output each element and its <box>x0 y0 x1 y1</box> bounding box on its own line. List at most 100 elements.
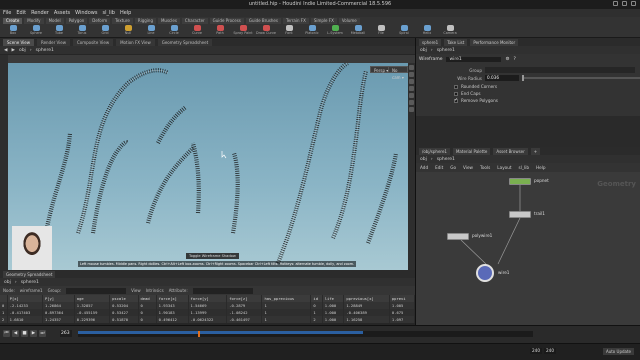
node-wire1[interactable]: wire1 <box>476 264 509 282</box>
display-option-icon[interactable] <box>409 65 414 70</box>
shelf-tab-polygon[interactable]: Polygon <box>65 18 88 24</box>
shelf-tab-texture[interactable]: Texture <box>112 18 133 24</box>
tab-asset-browser[interactable]: Asset Browser <box>493 147 528 155</box>
column-header[interactable]: pscale <box>109 295 139 302</box>
check-row[interactable]: End Caps <box>454 91 481 96</box>
tab-motion-fx-view[interactable]: Motion FX View <box>116 38 155 46</box>
tool-line[interactable]: Line <box>141 25 161 37</box>
shelf-tab-guide-brushes[interactable]: Guide Brushes <box>245 18 281 24</box>
range-start[interactable]: 240 <box>530 348 542 354</box>
jump-start-icon[interactable]: ⏮ <box>3 330 10 337</box>
path-obj[interactable]: obj <box>19 48 26 53</box>
group-field[interactable] <box>485 67 635 73</box>
end-caps-checkbox[interactable] <box>454 91 458 96</box>
net-menu-layout[interactable]: Layout <box>497 165 511 170</box>
tool-torus[interactable]: Torus <box>72 25 92 37</box>
tab-sphere1[interactable]: sphere1 <box>419 38 442 46</box>
shelf-tab-model[interactable]: Model <box>45 18 64 24</box>
wire-radius-slider[interactable] <box>522 75 640 81</box>
table-row[interactable]: 0 -2.14233 1.26864 1.32857 0.53204 0 1.93343 1.… <box>0 302 416 309</box>
tab-geometry-spreadsheet[interactable]: Geometry Spreadsheet <box>157 38 213 46</box>
net-menu-view[interactable]: View <box>463 165 473 170</box>
maximize-icon[interactable] <box>622 1 627 6</box>
tool-spray-paint[interactable]: Spray Paint <box>233 25 253 37</box>
table-row[interactable]: 2 1.6810 1.24357 0.229396 0.51870 0 0.496412 -0… <box>0 316 416 323</box>
column-header[interactable]: life <box>322 295 345 302</box>
column-header[interactable] <box>0 295 8 302</box>
tool-path[interactable]: Path <box>210 25 230 37</box>
play-icon[interactable]: ▶ <box>30 330 37 337</box>
tab-take-list[interactable]: Take List <box>444 38 468 46</box>
tab-render-view[interactable]: Render View <box>36 38 70 46</box>
menu-edit[interactable]: Edit <box>16 10 26 16</box>
shelf-tab-simple-fx[interactable]: Simple FX <box>310 18 337 24</box>
menu-render[interactable]: Render <box>31 10 49 16</box>
back-icon[interactable]: ◀ <box>4 48 7 53</box>
node-trail1[interactable]: trail1 <box>509 211 545 218</box>
close-icon[interactable] <box>631 1 636 6</box>
shelf-tab-guide-process[interactable]: Guide Process <box>209 18 244 24</box>
spreadsheet-table[interactable]: P[x] P[y] age pscale dead force[x] force[y] for… <box>0 295 416 323</box>
display-option-icon[interactable] <box>409 100 414 105</box>
node-value[interactable]: wireframe1 <box>20 288 43 293</box>
shelf-tab-terrain-fx[interactable]: Terrain FX <box>282 18 309 24</box>
tool-helix[interactable]: Helix <box>417 25 437 37</box>
column-header[interactable]: force[z] <box>226 295 263 302</box>
rounded-corners-checkbox[interactable] <box>454 84 458 89</box>
path-obj[interactable]: obj <box>4 280 11 285</box>
no-cam-button[interactable]: No cam ▾ <box>388 66 408 80</box>
tool-tube[interactable]: Tube <box>49 25 69 37</box>
path-obj[interactable]: obj <box>420 157 427 162</box>
tool-platonic[interactable]: Platonic <box>302 25 322 37</box>
table-row[interactable]: 1 -0.417403 0.897364 -0.455159 0.53427 0 1.901… <box>0 309 416 316</box>
shelf-tab-volume[interactable]: Volume <box>338 18 360 24</box>
current-frame-field[interactable]: 263 <box>60 330 72 337</box>
tool-sphere[interactable]: Sphere <box>26 25 46 37</box>
display-option-icon[interactable] <box>409 86 414 91</box>
display-option-icon[interactable] <box>409 107 414 112</box>
help-icon[interactable]: ? <box>514 57 516 62</box>
node-polywire1[interactable]: polywire1 <box>447 233 492 240</box>
column-header[interactable]: id <box>310 295 323 302</box>
tool-font[interactable]: Font <box>279 25 299 37</box>
check-row[interactable]: Remove Polygons <box>454 97 498 103</box>
path-obj[interactable]: obj <box>420 48 427 53</box>
forward-icon[interactable]: ▶ <box>11 48 14 53</box>
path-node[interactable]: sphere1 <box>437 48 455 53</box>
tab-composite-view[interactable]: Composite View <box>72 38 114 46</box>
shelf-tab-muscles[interactable]: Muscles <box>157 18 180 24</box>
path-node[interactable]: sphere1 <box>36 48 54 53</box>
tab-geometry-spreadsheet[interactable]: Geometry Spreadsheet <box>3 270 56 278</box>
column-header[interactable]: force[x] <box>156 295 189 302</box>
attribute-field[interactable] <box>192 287 253 294</box>
check-row[interactable]: Rounded Corners <box>454 84 497 89</box>
jump-end-icon[interactable]: ⏭ <box>39 330 46 337</box>
tool-box[interactable]: Box <box>3 25 23 37</box>
shelf-tab-create[interactable]: Create <box>3 18 23 24</box>
tool-spiral[interactable]: Spiral <box>394 25 414 37</box>
tab-material-palette[interactable]: Material Palette <box>452 147 491 155</box>
column-header[interactable]: P[x] <box>7 295 43 302</box>
menu-help[interactable]: Help <box>120 10 131 16</box>
node-name-field[interactable]: wire1 <box>446 57 502 62</box>
tool-curve[interactable]: Curve <box>187 25 207 37</box>
intrinsics-dropdown[interactable]: Intrinsics <box>146 288 164 293</box>
menu-windows[interactable]: Windows <box>75 10 97 16</box>
frame-cursor[interactable] <box>198 331 200 337</box>
net-menu-help[interactable]: Help <box>536 165 546 170</box>
tab-add[interactable]: + <box>530 147 541 155</box>
net-menu-sl-lib[interactable]: sl_lib <box>519 165 529 170</box>
net-menu-add[interactable]: Add <box>420 165 428 170</box>
tool-l-system[interactable]: L-System <box>325 25 345 37</box>
shelf-tab-deform[interactable]: Deform <box>89 18 111 24</box>
tool-circle[interactable]: Circle <box>164 25 184 37</box>
tool-null[interactable]: Null <box>118 25 138 37</box>
tab-scene-view[interactable]: Scene View <box>3 38 34 46</box>
network-editor[interactable]: Geometry popnet trail1 polywire1 wire1 <box>415 172 640 325</box>
tool-file[interactable]: File <box>371 25 391 37</box>
shelf-tab-rigging[interactable]: Rigging <box>134 18 156 24</box>
column-header[interactable]: force[y] <box>188 295 228 302</box>
auto-update-button[interactable]: Auto Update <box>602 348 634 355</box>
shelf-tab-modify[interactable]: Modify <box>24 18 44 24</box>
net-menu-go[interactable]: Go <box>450 165 456 170</box>
